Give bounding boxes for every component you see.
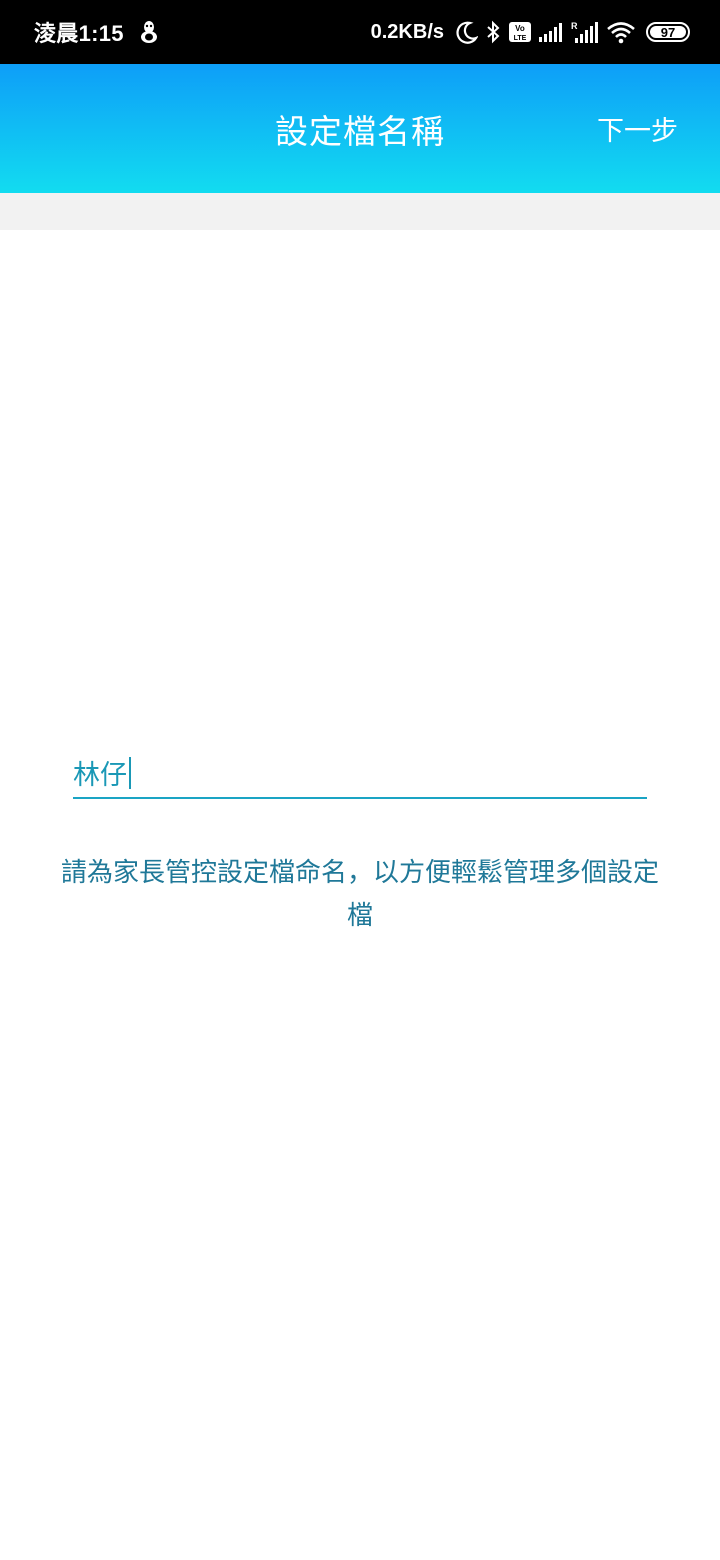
app-bar: 設定檔名稱 下一步 xyxy=(0,64,720,193)
svg-text:LTE: LTE xyxy=(514,35,527,42)
battery-icon: 97 xyxy=(646,22,690,42)
svg-text:Vo: Vo xyxy=(515,24,525,33)
signal-icon xyxy=(538,21,564,43)
text-caret xyxy=(129,756,131,789)
battery-level: 97 xyxy=(660,24,676,40)
svg-text:R: R xyxy=(571,21,578,31)
notification-bird-icon xyxy=(138,20,160,44)
status-time: 淩晨1:15 xyxy=(34,21,124,46)
roaming-signal-icon: R xyxy=(570,20,600,44)
profile-name-hint: 請為家長管控設定檔命名，以方便輕鬆管理多個設定檔 xyxy=(60,858,659,931)
moon-icon xyxy=(456,20,478,44)
profile-name-value[interactable]: 林仔 xyxy=(73,753,127,792)
profile-name-input[interactable]: 林仔 xyxy=(73,748,647,799)
status-left: 淩晨1:15 xyxy=(34,16,160,48)
bluetooth-icon xyxy=(484,20,502,44)
status-bar: 淩晨1:15 0.2KB/s Vo LTE R 97 xyxy=(0,0,720,64)
wifi-icon xyxy=(606,20,636,44)
volte-icon: Vo LTE xyxy=(508,21,532,43)
next-step-button[interactable]: 下一步 xyxy=(597,64,678,193)
header-divider-strip xyxy=(0,193,720,230)
status-right: 0.2KB/s Vo LTE R 97 xyxy=(371,20,690,44)
network-speed: 0.2KB/s xyxy=(370,20,444,43)
